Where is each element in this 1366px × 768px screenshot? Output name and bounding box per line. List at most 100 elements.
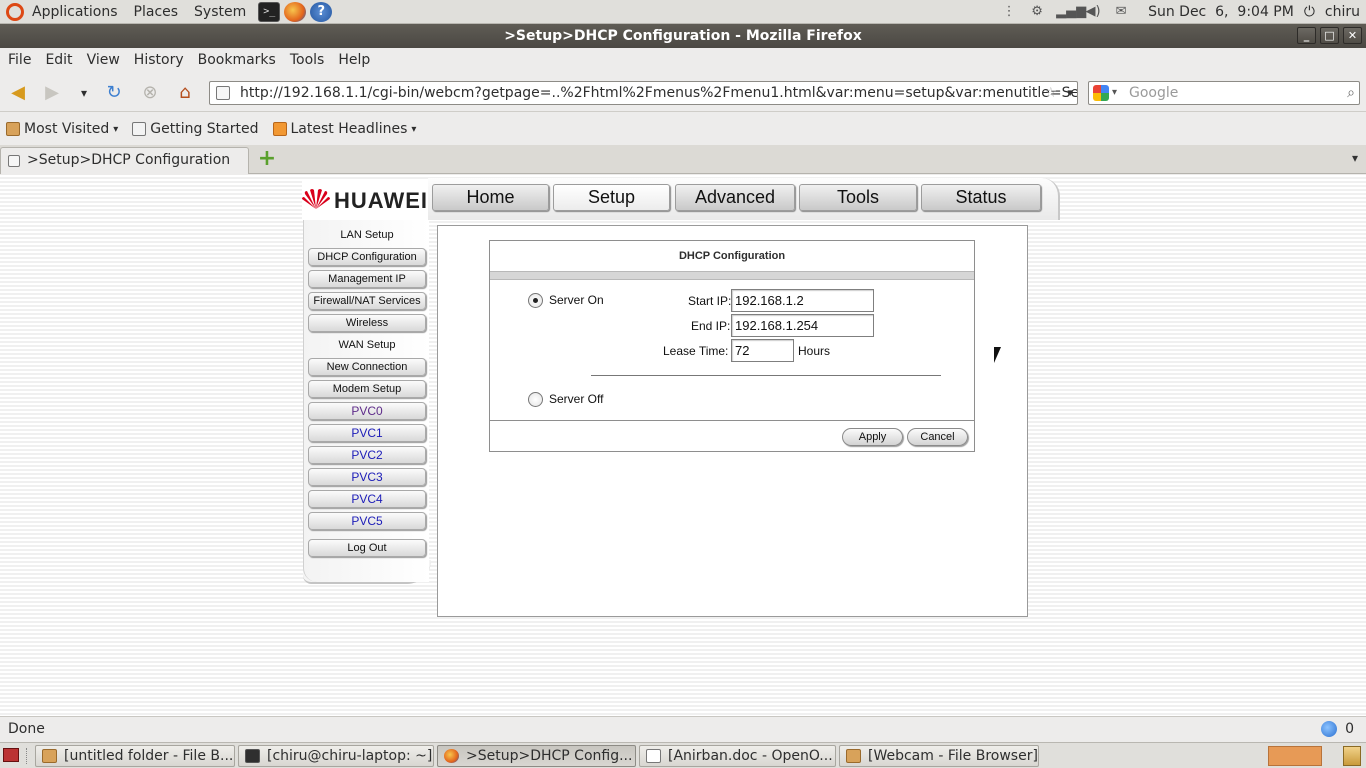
url-dropdown-icon[interactable]: ▾ (1067, 82, 1073, 104)
section-separator (591, 375, 941, 376)
dhcp-config-panel: DHCP Configuration Server On Start IP: 1… (489, 240, 975, 452)
applications-menu[interactable]: Applications (24, 4, 126, 20)
tab-dhcp-configuration[interactable]: >Setup>DHCP Configuration (0, 147, 249, 174)
start-ip-label: Start IP: (688, 294, 732, 308)
bookmark-getting-started[interactable]: Getting Started (132, 121, 259, 137)
nav-setup-button[interactable]: Setup (553, 184, 670, 211)
task-label: [untitled folder - File B... (64, 748, 234, 764)
network-icon[interactable]: ⚙ (1028, 4, 1046, 20)
tab-label: >Setup>DHCP Configuration (27, 152, 231, 168)
system-tray: ⋮ ⚙ ▂▄▆ ◀) ✉ Sun Dec 6, 9:04 PM ⏻ chiru (1000, 0, 1366, 24)
sidebar-item-modem-setup[interactable]: Modem Setup (308, 380, 426, 398)
bookmark-label: Getting Started (150, 121, 259, 137)
signal-icon[interactable]: ▂▄▆ (1056, 4, 1086, 20)
sidebar-item-firewall[interactable]: Firewall/NAT Services (308, 292, 426, 310)
power-icon[interactable]: ⏻ (1304, 4, 1315, 20)
page-favicon-icon (216, 86, 230, 100)
menu-bookmarks[interactable]: Bookmarks (190, 52, 282, 68)
workspace-switcher[interactable] (1268, 746, 1322, 766)
back-arrow-icon[interactable]: ◀ (6, 81, 30, 105)
trash-icon[interactable] (1343, 746, 1361, 766)
sidebar-item-management-ip[interactable]: Management IP (308, 270, 426, 288)
cancel-button[interactable]: Cancel (907, 428, 968, 446)
task-untitled-folder[interactable]: [untitled folder - File B... (35, 745, 235, 767)
sidebar-item-new-connection[interactable]: New Connection (308, 358, 426, 376)
panel-divider (490, 271, 974, 280)
system-menu[interactable]: System (186, 4, 254, 20)
sidebar-item-pvc5[interactable]: PVC5 (308, 512, 426, 530)
task-webcam-folder[interactable]: [Webcam - File Browser] (839, 745, 1039, 767)
google-engine-icon[interactable] (1093, 85, 1109, 101)
clock[interactable]: Sun Dec 6, 9:04 PM (1148, 4, 1294, 20)
menu-view[interactable]: View (79, 52, 126, 68)
close-icon[interactable]: ✕ (1343, 27, 1362, 44)
places-menu[interactable]: Places (126, 4, 187, 20)
task-label: >Setup>DHCP Config... (466, 748, 633, 764)
bookmark-most-visited[interactable]: Most Visited ▾ (6, 121, 118, 137)
history-dropdown-icon[interactable]: ▾ (72, 81, 96, 105)
terminal-icon[interactable]: >_ (258, 1, 281, 22)
reload-icon[interactable]: ↻ (102, 81, 126, 105)
status-bar: Done 0 (0, 716, 1366, 742)
ubuntu-logo-icon[interactable] (6, 2, 24, 21)
lease-time-label: Lease Time: (663, 344, 729, 358)
notification-icon[interactable] (1321, 721, 1338, 737)
bookmark-latest-headlines[interactable]: Latest Headlines ▾ (272, 121, 416, 137)
panel-separator (26, 748, 28, 764)
firefox-icon[interactable] (284, 1, 307, 22)
engine-dropdown-icon[interactable]: ▾ (1112, 82, 1117, 104)
page-icon (132, 122, 147, 136)
show-desktop-icon[interactable] (3, 748, 19, 762)
user-name[interactable]: chiru (1325, 4, 1360, 20)
handle-icon: ⋮ (1002, 4, 1016, 19)
nav-tools-button[interactable]: Tools (799, 184, 917, 211)
forward-arrow-icon[interactable]: ▶ (40, 81, 64, 105)
task-firefox[interactable]: >Setup>DHCP Config... (437, 745, 636, 767)
bookmark-label: Most Visited (24, 121, 110, 137)
mail-icon[interactable]: ✉ (1112, 4, 1130, 20)
task-openoffice-doc[interactable]: [Anirban.doc - OpenO... (639, 745, 836, 767)
server-off-radio[interactable] (528, 392, 543, 407)
tab-list-chevron-icon[interactable]: ▾ (1352, 151, 1358, 165)
sidebar-item-dhcp[interactable]: DHCP Configuration (308, 248, 426, 266)
sidebar-item-pvc0[interactable]: PVC0 (308, 402, 426, 420)
search-icon[interactable]: ⌕ (1347, 82, 1355, 104)
search-input[interactable]: ▾ Google ⌕ (1088, 81, 1360, 105)
nav-advanced-button[interactable]: Advanced (675, 184, 795, 211)
task-terminal[interactable]: [chiru@chiru-laptop: ~] (238, 745, 434, 767)
help-icon[interactable]: ? (310, 1, 333, 22)
navigation-toolbar: ◀ ▶ ▾ ↻ ⊗ ⌂ http://192.168.1.1/cgi-bin/w… (0, 72, 1366, 112)
server-off-label: Server Off (549, 392, 604, 406)
sidebar-item-pvc2[interactable]: PVC2 (308, 446, 426, 464)
window-title-bar[interactable]: >Setup>DHCP Configuration - Mozilla Fire… (0, 24, 1366, 48)
menu-help[interactable]: Help (330, 52, 376, 68)
nav-status-button[interactable]: Status (921, 184, 1041, 211)
menu-history[interactable]: History (126, 52, 190, 68)
sidebar-item-wireless[interactable]: Wireless (308, 314, 426, 332)
home-icon[interactable]: ⌂ (173, 81, 197, 105)
minimize-icon[interactable]: _ (1297, 27, 1316, 44)
start-ip-input[interactable]: 192.168.1.2 (731, 289, 874, 312)
maximize-icon[interactable]: □ (1320, 27, 1339, 44)
sidebar-item-pvc1[interactable]: PVC1 (308, 424, 426, 442)
status-text: Done (8, 721, 45, 737)
apply-button[interactable]: Apply (842, 428, 903, 446)
url-bar[interactable]: http://192.168.1.1/cgi-bin/webcm?getpage… (209, 81, 1078, 105)
stop-icon[interactable]: ⊗ (138, 81, 162, 105)
menu-tools[interactable]: Tools (282, 52, 331, 68)
lease-time-input[interactable]: 72 (731, 339, 794, 362)
logout-button[interactable]: Log Out (308, 539, 426, 557)
end-ip-input[interactable]: 192.168.1.254 (731, 314, 874, 337)
menu-file[interactable]: File (0, 52, 37, 68)
bookmark-label: Latest Headlines (290, 121, 408, 137)
volume-icon[interactable]: ◀) (1084, 4, 1102, 20)
sidebar-item-pvc3[interactable]: PVC3 (308, 468, 426, 486)
sidebar-item-pvc4[interactable]: PVC4 (308, 490, 426, 508)
menu-edit[interactable]: Edit (37, 52, 78, 68)
bookmark-star-icon[interactable]: ☆ (1044, 82, 1057, 104)
nav-home-button[interactable]: Home (432, 184, 549, 211)
server-on-radio[interactable] (528, 293, 543, 308)
firefox-icon (444, 749, 459, 763)
new-tab-icon[interactable]: + (257, 148, 277, 170)
url-text: http://192.168.1.1/cgi-bin/webcm?getpage… (240, 85, 1078, 101)
